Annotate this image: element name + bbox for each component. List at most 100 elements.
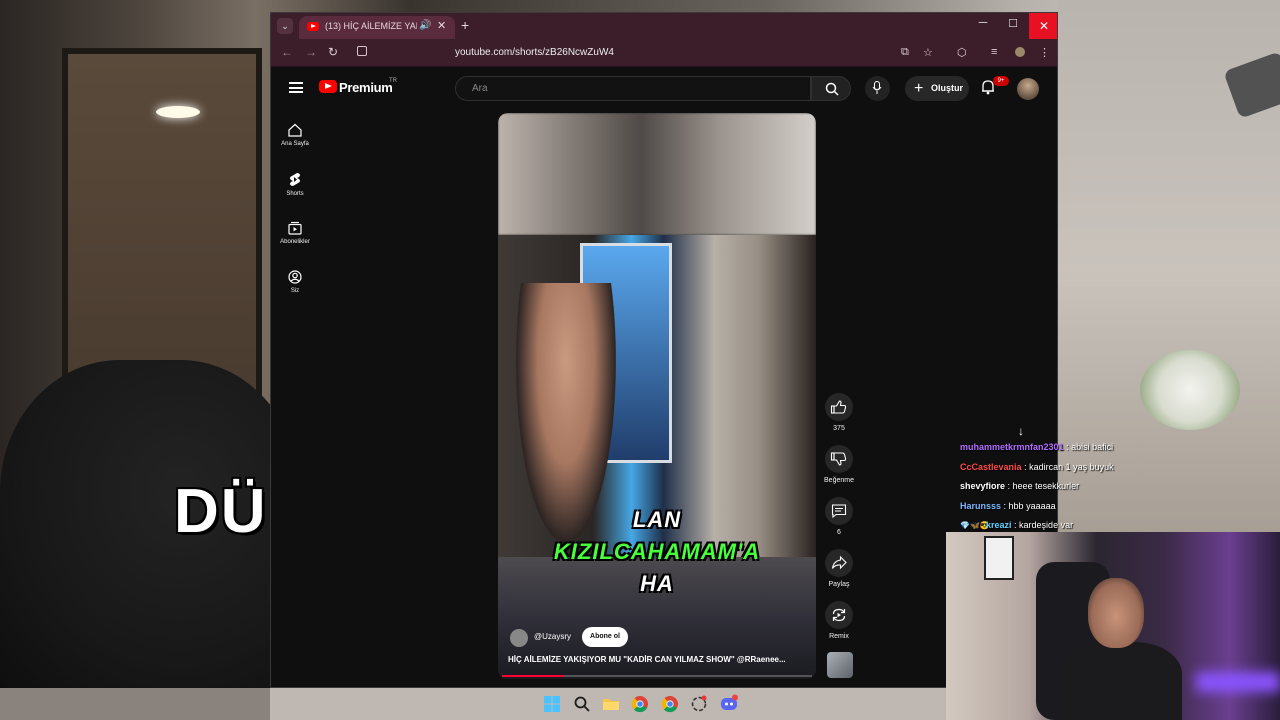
url-text: youtube.com/shorts/zB26NcwZuW4 <box>455 47 614 58</box>
progress-bar[interactable] <box>502 675 812 677</box>
discord-icon[interactable] <box>719 694 739 714</box>
share-action[interactable]: Paylaş <box>823 549 855 588</box>
reload-icon[interactable]: ↻ <box>328 45 338 59</box>
sidebar-item-home[interactable]: Ana Sayfa <box>271 123 319 147</box>
tab-youtube[interactable]: (13) HİÇ AİLEMİZE YAKIŞIYOR 🔊 ✕ <box>299 16 455 39</box>
chat-message: Harunsss : hbb yaaaaa <box>960 497 1180 517</box>
media-control-icon[interactable]: ≡ <box>991 46 997 58</box>
address-bar[interactable]: youtube.com/shorts/zB26NcwZuW4 <box>351 42 871 64</box>
subscriptions-icon <box>288 221 302 235</box>
chat-text: : kadircan 1 yaş buyuk <box>1024 461 1114 472</box>
new-tab-button[interactable]: + <box>461 17 469 33</box>
forward-arrow-icon[interactable]: → <box>305 45 317 59</box>
tab-bar: ⌄ (13) HİÇ AİLEMİZE YAKIŞIYOR 🔊 ✕ + ─ ☐ … <box>271 13 1057 39</box>
video-title[interactable]: HİÇ AİLEMİZE YAKIŞIYOR MU "KADİR CAN YIL… <box>508 655 808 664</box>
dislike-button[interactable] <box>825 445 853 473</box>
sidebar-label-subscriptions: Abonelikler <box>280 239 310 245</box>
stream-chat: muhammetkrmnfan2301 : abisi bafici CcCas… <box>960 438 1180 536</box>
remix-icon <box>832 608 846 622</box>
browser-window: ⌄ (13) HİÇ AİLEMİZE YAKIŞIYOR 🔊 ✕ + ─ ☐ … <box>270 12 1058 688</box>
like-count: 375 <box>833 425 845 432</box>
chat-text: : hbb yaaaaa <box>1003 500 1056 511</box>
browser-toolbar: ← → ↻ youtube.com/shorts/zB26NcwZuW4 ⧉ ☆… <box>271 39 1057 67</box>
comment-action[interactable]: 6 <box>823 497 855 536</box>
sidebar-label-home: Ana Sayfa <box>281 141 309 147</box>
maximize-button[interactable]: ☐ <box>1001 17 1025 37</box>
chat-scroll-down-icon[interactable]: ↓ <box>1018 424 1024 438</box>
chat-message: CcCastlevania : kadircan 1 yaş buyuk <box>960 458 1180 478</box>
chrome-icon[interactable] <box>630 694 650 714</box>
remix-button[interactable] <box>825 601 853 629</box>
profile-avatar-icon[interactable] <box>1015 47 1025 57</box>
account-avatar[interactable] <box>1017 78 1039 100</box>
webcam-rgb-glow <box>1196 672 1280 692</box>
tab-search-icon[interactable]: ⌄ <box>277 18 293 34</box>
youtube-logo-icon[interactable] <box>319 80 337 93</box>
video-frame-top <box>498 113 816 235</box>
remix-action[interactable]: Remix <box>823 601 855 640</box>
search-icon[interactable] <box>572 694 592 714</box>
share-button[interactable] <box>825 549 853 577</box>
comment-button[interactable] <box>825 497 853 525</box>
back-arrow-icon[interactable]: ← <box>281 45 293 59</box>
search-icon <box>825 82 839 96</box>
bottom-left-strip <box>0 688 270 720</box>
video-person <box>516 283 616 543</box>
extensions-icon[interactable]: ⬡ <box>957 46 967 59</box>
comment-count: 6 <box>837 529 841 536</box>
share-icon <box>831 555 847 570</box>
menu-icon[interactable] <box>289 82 303 93</box>
chrome-profile-icon[interactable] <box>660 694 680 714</box>
chat-user: kreazi <box>986 520 1012 530</box>
home-icon <box>288 123 302 137</box>
webcam-person-body <box>1062 642 1182 720</box>
dislike-action[interactable]: Beğenme <box>823 445 855 484</box>
install-app-icon[interactable]: ⧉ <box>901 46 909 59</box>
webcam-feed <box>946 532 1280 720</box>
chat-text: : kardeşide var <box>1014 520 1074 530</box>
menu-dots-icon[interactable]: ⋮ <box>1039 46 1050 59</box>
like-action[interactable]: 375 <box>823 393 855 432</box>
bookmark-star-icon[interactable]: ☆ <box>923 46 933 59</box>
windows-start-icon[interactable] <box>542 694 562 714</box>
close-window-button[interactable]: ✕ <box>1029 13 1057 39</box>
spinner-app-icon[interactable] <box>689 694 709 714</box>
file-explorer-icon[interactable] <box>601 694 621 714</box>
search-placeholder: Ara <box>472 83 488 94</box>
background-flowers <box>1140 350 1240 430</box>
caption-line-1: LAN <box>632 507 682 532</box>
chat-user: shevyfiore <box>960 481 1006 491</box>
comment-icon <box>831 504 847 519</box>
voice-search-button[interactable] <box>865 76 890 101</box>
speaker-icon[interactable]: 🔊 <box>419 20 431 31</box>
thumbs-up-icon <box>830 400 847 414</box>
overlay-big-text: DÜ <box>174 477 268 546</box>
channel-avatar[interactable] <box>510 629 528 647</box>
tab-close-icon[interactable]: ✕ <box>437 19 446 32</box>
search-input[interactable]: Ara <box>455 76 811 101</box>
search-button[interactable] <box>811 76 851 101</box>
remix-label: Remix <box>829 633 849 640</box>
sidebar-item-shorts[interactable]: Shorts <box>271 172 319 197</box>
channel-name[interactable]: @Uzaysry <box>534 632 571 641</box>
sidebar-label-you: Siz <box>290 288 300 294</box>
sidebar-item-subscriptions[interactable]: Abonelikler <box>271 221 319 245</box>
youtube-brand[interactable]: Premium <box>339 80 393 95</box>
chat-message: muhammetkrmnfan2301 : abisi bafici <box>960 438 1180 458</box>
chat-user: Harunsss <box>960 500 1002 511</box>
shorts-player[interactable]: LAN KIZILCAHAMAM'A HA @Uzaysry Abone ol … <box>498 113 816 679</box>
like-button[interactable] <box>825 393 853 421</box>
sidebar-item-you[interactable]: Siz <box>271 270 319 294</box>
minimize-button[interactable]: ─ <box>971 15 995 35</box>
shorts-icon <box>290 173 300 186</box>
create-label: Oluştur <box>931 83 964 93</box>
youtube-page: Premium TR Ara + Oluştur 9+ Ana Sayfa Sh… <box>271 68 1057 687</box>
tab-title: (13) HİÇ AİLEMİZE YAKIŞIYOR <box>325 21 417 31</box>
subscribe-button[interactable]: Abone ol <box>582 627 628 647</box>
caption-line-2: KIZILCAHAMAM'A <box>553 539 761 564</box>
webcam-poster <box>984 536 1014 580</box>
sidebar-label-shorts: Shorts <box>286 191 304 197</box>
share-label: Paylaş <box>828 581 850 588</box>
sound-thumbnail[interactable] <box>827 652 853 678</box>
create-button[interactable]: + Oluştur <box>905 76 969 101</box>
